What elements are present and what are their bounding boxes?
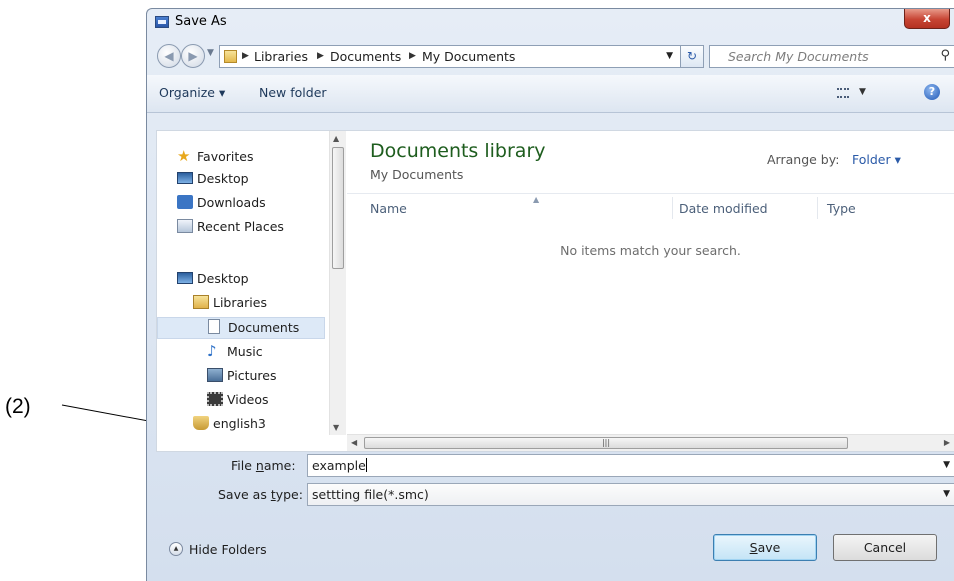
scroll-left-arrow-icon[interactable]: ◀ [351,438,357,447]
arrange-by-label: Arrange by: [767,152,840,167]
breadcrumb-separator-icon[interactable]: ▶ [409,51,416,61]
scrollbar-thumb[interactable] [332,147,344,269]
app-icon [155,16,169,28]
collapse-up-icon: ▲ [169,542,183,556]
view-dropdown-icon[interactable]: ▼ [859,87,866,97]
window-title: Save As [175,14,227,29]
nav-item-label: english3 [213,416,266,431]
recent-locations-dropdown-icon[interactable]: ▼ [207,48,214,58]
nav-item-label: Music [227,344,263,359]
refresh-button[interactable]: ↻ [680,45,704,68]
refresh-icon: ↻ [686,49,698,63]
libraries-icon [193,295,209,309]
command-toolbar: Organize ▾ New folder ▼ ? [147,75,954,113]
breadcrumb-my-documents[interactable]: My Documents [422,49,515,64]
save-as-type-value: settting file(*.smc) [312,487,429,502]
star-icon: ★ [177,147,191,165]
column-divider[interactable] [817,197,818,219]
nav-item-label: Documents [228,320,300,335]
hide-folders-label: Hide Folders [189,542,267,557]
nav-item-label: Recent Places [197,219,284,234]
nav-item-label: Libraries [213,295,267,310]
scroll-right-arrow-icon[interactable]: ▶ [944,438,950,447]
file-name-text: example [312,458,366,473]
desktop-icon [177,272,193,284]
browser-content: ★ Favorites Desktop Downloads Recent Pla… [156,130,954,452]
file-name-field[interactable]: example ▼ [307,454,954,477]
new-folder-button[interactable]: New folder [259,85,327,100]
nav-item-label: Pictures [227,368,277,383]
navigation-pane: ★ Favorites Desktop Downloads Recent Pla… [157,131,346,451]
breadcrumb-libraries[interactable]: Libraries [254,49,308,64]
file-list-pane: Documents library My Documents Arrange b… [347,131,954,435]
breadcrumb-documents[interactable]: Documents [330,49,401,64]
nav-item-documents[interactable]: Documents [157,317,325,339]
library-title: Documents library [370,140,546,162]
navigation-vertical-scrollbar[interactable]: ▲ ▼ [329,131,346,435]
forward-arrow-icon: ▶ [188,49,198,63]
pictures-icon [207,368,223,382]
nav-item-label: Favorites [197,149,254,164]
user-folder-icon [193,416,209,430]
horizontal-scrollbar[interactable]: ◀ ||| ▶ [347,434,954,451]
organize-button[interactable]: Organize ▾ [159,85,225,100]
label-text: ype: [275,487,303,502]
text-caret [365,458,367,472]
save-as-type-dropdown-icon[interactable]: ▼ [943,489,950,499]
nav-item-label: Desktop [197,271,249,286]
scroll-down-arrow-icon[interactable]: ▼ [333,423,339,432]
save-as-type-label: Save as type: [218,487,303,502]
save-as-type-select[interactable]: settting file(*.smc) ▼ [307,483,954,506]
address-row: ◀ ▶ ▼ ▶ Libraries ▶ Documents ▶ My Docum… [147,39,954,73]
column-header-date-modified[interactable]: Date modified [679,201,768,216]
column-header-separator [347,193,954,194]
cancel-button[interactable]: Cancel [833,534,937,561]
recent-places-icon [177,219,193,233]
back-arrow-icon: ◀ [164,49,174,63]
nav-item-label: Downloads [197,195,266,210]
folder-icon [224,50,237,63]
close-button[interactable]: x [904,9,950,29]
document-icon [208,319,220,334]
scroll-up-arrow-icon[interactable]: ▲ [333,134,339,143]
save-button[interactable]: Save [713,534,817,561]
help-icon[interactable]: ? [924,84,940,100]
column-header-name[interactable]: Name [370,201,407,216]
column-divider[interactable] [672,197,673,219]
back-button[interactable]: ◀ [157,44,181,68]
address-dropdown-icon[interactable]: ▼ [666,51,673,61]
empty-folder-message: No items match your search. [560,243,741,258]
desktop-icon [177,172,193,184]
label-text: ame: [263,458,296,473]
breadcrumb-separator-icon[interactable]: ▶ [242,51,249,61]
file-name-dropdown-icon[interactable]: ▼ [943,460,950,470]
downloads-icon [177,195,193,209]
breadcrumb-separator-icon[interactable]: ▶ [317,51,324,61]
address-bar[interactable]: ▶ Libraries ▶ Documents ▶ My Documents ▼ [219,45,682,68]
scrollbar-thumb[interactable]: ||| [364,437,848,449]
column-header-type[interactable]: Type [827,201,856,216]
save-button-label: ave [757,540,781,555]
save-as-dialog: Save As x ◀ ▶ ▼ ▶ Libraries ▶ Documents … [146,8,954,581]
videos-icon [207,392,223,406]
arrange-by-dropdown[interactable]: Folder ▾ [852,152,901,167]
forward-button[interactable]: ▶ [181,44,205,68]
library-subtitle: My Documents [370,167,464,182]
access-key: n [255,458,264,473]
sort-ascending-icon: ▲ [533,195,540,204]
label-text: File [231,458,256,473]
music-icon: ♪ [207,342,217,360]
file-name-label: File name: [231,458,296,473]
nav-item-label: Videos [227,392,269,407]
label-text: Save as [218,487,271,502]
search-input[interactable]: Search My Documents ⚲ [709,45,954,68]
search-icon[interactable]: ⚲ [940,48,950,63]
title-bar: Save As x [147,9,954,35]
file-name-value: example [312,458,367,473]
search-placeholder: Search My Documents [728,49,869,64]
nav-item-label: Desktop [197,171,249,186]
change-view-icon[interactable] [837,88,849,98]
access-key: S [749,540,758,555]
